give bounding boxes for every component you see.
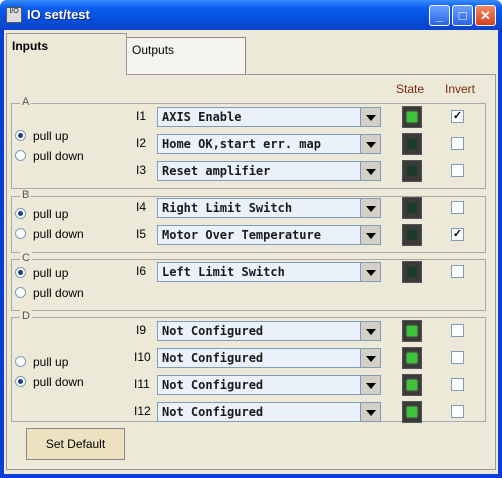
input-row-i3: I3 Reset amplifier	[4, 160, 498, 182]
input-row-i2: I2 Home OK,start err. map	[4, 133, 498, 155]
dropdown-arrow-icon[interactable]	[360, 134, 381, 154]
combobox-value: AXIS Enable	[157, 107, 361, 127]
input-id: I10	[134, 350, 151, 364]
input-row-i12: I12 Not Configured	[4, 401, 498, 423]
state-led-icon	[402, 374, 422, 396]
state-led-icon	[402, 261, 422, 283]
function-combobox[interactable]: AXIS Enable	[157, 107, 381, 127]
combobox-value: Left Limit Switch	[157, 262, 361, 282]
function-combobox[interactable]: Motor Over Temperature	[157, 225, 381, 245]
combobox-value: Not Configured	[157, 375, 361, 395]
state-led-icon	[402, 320, 422, 342]
state-led-icon	[402, 160, 422, 182]
function-combobox[interactable]: Not Configured	[157, 375, 381, 395]
function-combobox[interactable]: Reset amplifier	[157, 161, 381, 181]
function-combobox[interactable]: Left Limit Switch	[157, 262, 381, 282]
invert-checkbox[interactable]: ✓	[451, 110, 464, 123]
input-row-i11: I11 Not Configured	[4, 374, 498, 396]
combobox-value: Reset amplifier	[157, 161, 361, 181]
function-combobox[interactable]: Right Limit Switch	[157, 198, 381, 218]
input-id: I11	[134, 377, 150, 391]
combobox-value: Motor Over Temperature	[157, 225, 361, 245]
dropdown-arrow-icon[interactable]	[360, 107, 381, 127]
io-set-test-window: I/O IO set/test _ □ ✕ Inputs Outputs Sta…	[0, 0, 502, 478]
input-id: I2	[136, 136, 147, 150]
input-row-i10: I10 Not Configured	[4, 347, 498, 369]
dropdown-arrow-icon[interactable]	[360, 161, 381, 181]
combobox-value: Home OK,start err. map	[157, 134, 361, 154]
invert-checkbox[interactable]	[451, 137, 464, 150]
input-row-i6: I6 Left Limit Switch	[4, 261, 498, 283]
invert-checkbox[interactable]	[451, 164, 464, 177]
state-led-icon	[402, 106, 422, 128]
dropdown-arrow-icon[interactable]	[360, 321, 381, 341]
app-icon: I/O	[6, 7, 22, 23]
dropdown-arrow-icon[interactable]	[360, 225, 381, 245]
state-led-icon	[402, 197, 422, 219]
combobox-value: Right Limit Switch	[157, 198, 361, 218]
function-combobox[interactable]: Not Configured	[157, 348, 381, 368]
dropdown-arrow-icon[interactable]	[360, 375, 381, 395]
input-id: I4	[136, 200, 147, 214]
state-led-icon	[402, 347, 422, 369]
input-row-i1: I1 AXIS Enable ✓	[4, 106, 498, 128]
invert-checkbox[interactable]	[451, 201, 464, 214]
invert-checkbox[interactable]	[451, 351, 464, 364]
function-combobox[interactable]: Home OK,start err. map	[157, 134, 381, 154]
function-combobox[interactable]: Not Configured	[157, 402, 381, 422]
input-id: I12	[134, 404, 151, 418]
tab-outputs[interactable]: Outputs	[126, 37, 246, 74]
input-id: I3	[136, 163, 147, 177]
title-bar[interactable]: I/O IO set/test _ □ ✕	[0, 0, 502, 30]
minimize-button[interactable]: _	[429, 5, 450, 26]
invert-checkbox[interactable]	[451, 265, 464, 278]
invert-checkbox[interactable]	[451, 405, 464, 418]
state-led-icon	[402, 133, 422, 155]
input-row-i4: I4 Right Limit Switch	[4, 197, 498, 219]
input-id: I1	[136, 109, 147, 123]
invert-column-header: Invert	[445, 82, 476, 96]
dropdown-arrow-icon[interactable]	[360, 348, 381, 368]
radio-unselected-icon	[15, 287, 26, 298]
dropdown-arrow-icon[interactable]	[360, 262, 381, 282]
input-id: I9	[136, 323, 147, 337]
tab-strip: Inputs Outputs	[4, 30, 498, 75]
set-default-button[interactable]: Set Default	[26, 428, 125, 460]
function-combobox[interactable]: Not Configured	[157, 321, 381, 341]
state-led-icon	[402, 401, 422, 423]
dropdown-arrow-icon[interactable]	[360, 198, 381, 218]
state-led-icon	[402, 224, 422, 246]
window-title: IO set/test	[27, 7, 90, 22]
invert-checkbox[interactable]	[451, 378, 464, 391]
invert-checkbox[interactable]	[451, 324, 464, 337]
tab-inputs[interactable]: Inputs	[6, 33, 127, 75]
dropdown-arrow-icon[interactable]	[360, 402, 381, 422]
input-row-i5: I5 Motor Over Temperature ✓	[4, 224, 498, 246]
close-button[interactable]: ✕	[475, 5, 496, 26]
combobox-value: Not Configured	[157, 402, 361, 422]
state-column-header: State	[396, 82, 425, 96]
maximize-button[interactable]: □	[452, 5, 473, 26]
invert-checkbox[interactable]: ✓	[451, 228, 464, 241]
combobox-value: Not Configured	[157, 321, 361, 341]
input-row-i9: I9 Not Configured	[4, 320, 498, 342]
radio-label: pull down	[33, 286, 84, 300]
input-id: I6	[136, 264, 147, 278]
input-id: I5	[136, 227, 147, 241]
combobox-value: Not Configured	[157, 348, 361, 368]
client-area: Inputs Outputs State Invert A pull up pu…	[4, 30, 498, 474]
